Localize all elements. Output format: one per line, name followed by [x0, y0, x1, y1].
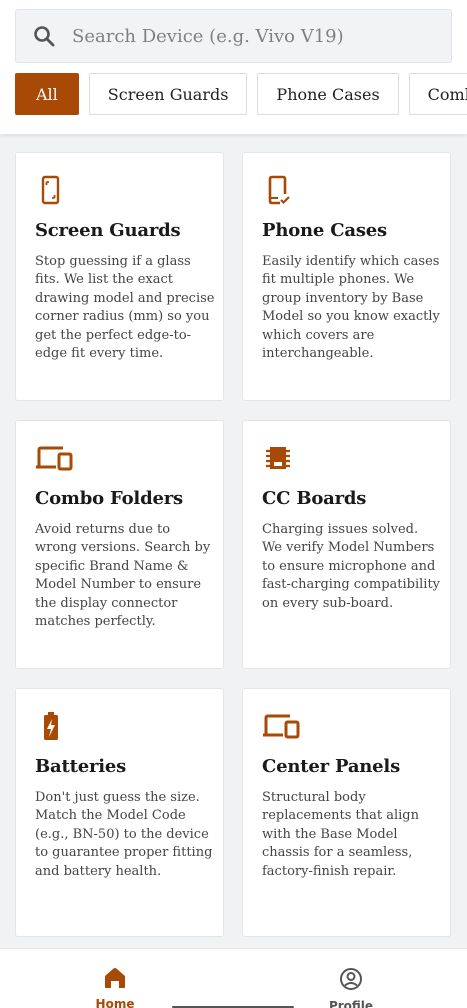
- category-card-cc-boards[interactable]: CC Boards Charging issues solved. We ver…: [242, 420, 451, 669]
- smartphone-outline-icon: [35, 174, 65, 206]
- card-title: Combo Folders: [35, 488, 183, 509]
- card-description: Avoid returns due to wrong versions. Sea…: [35, 522, 211, 630]
- card-description: Easily identify which cases fit multiple…: [262, 254, 440, 362]
- devices-icon: [35, 442, 73, 474]
- nav-profile-label: Profile: [328, 999, 374, 1008]
- card-title: Screen Guards: [35, 220, 181, 241]
- search-bar[interactable]: [15, 9, 452, 63]
- category-card-phone-cases[interactable]: Phone Cases Easily identify which cases …: [242, 152, 451, 401]
- devices-icon: [262, 710, 300, 742]
- card-title: CC Boards: [262, 488, 367, 509]
- filter-chip-phone-cases[interactable]: Phone Cases: [257, 73, 399, 115]
- nav-profile[interactable]: Profile: [311, 967, 391, 1008]
- card-title: Phone Cases: [262, 220, 387, 241]
- category-filter-bar: All Screen Guards Phone Cases Combo Fold…: [15, 73, 467, 115]
- filter-chip-combo-folders[interactable]: Combo Folders: [408, 73, 467, 115]
- search-icon: [16, 9, 72, 63]
- category-card-batteries[interactable]: Batteries Don't just guess the size. Mat…: [15, 688, 224, 937]
- battery-charging-icon: [35, 710, 65, 742]
- nav-home-label: Home: [95, 997, 135, 1008]
- category-card-combo-folders[interactable]: Combo Folders Avoid returns due to wrong…: [15, 420, 224, 669]
- header: All Screen Guards Phone Cases Combo Fold…: [0, 0, 467, 134]
- category-card-center-panels[interactable]: Center Panels Structural body replacemen…: [242, 688, 451, 937]
- card-description: Structural body replacements that align …: [262, 790, 419, 879]
- filter-chip-screen-guards[interactable]: Screen Guards: [88, 73, 248, 115]
- nav-home[interactable]: Home: [75, 967, 155, 1008]
- chip-icon: [262, 442, 292, 474]
- category-card-screen-guards[interactable]: Screen Guards Stop guessing if a glass f…: [15, 152, 224, 401]
- filter-chip-all[interactable]: All: [15, 73, 79, 115]
- card-description: Charging issues solved. We verify Model …: [262, 522, 441, 611]
- card-description: Don't just guess the size. Match the Mod…: [35, 790, 213, 879]
- bottom-navigation: Home Profile: [0, 948, 467, 1008]
- card-title: Batteries: [35, 756, 127, 777]
- account-circle-icon: [339, 967, 363, 995]
- search-input[interactable]: [72, 25, 432, 47]
- card-description: Stop guessing if a glass fits. We list t…: [35, 254, 215, 362]
- phone-check-icon: [262, 174, 292, 206]
- card-title: Center Panels: [262, 756, 401, 777]
- home-icon: [103, 967, 127, 993]
